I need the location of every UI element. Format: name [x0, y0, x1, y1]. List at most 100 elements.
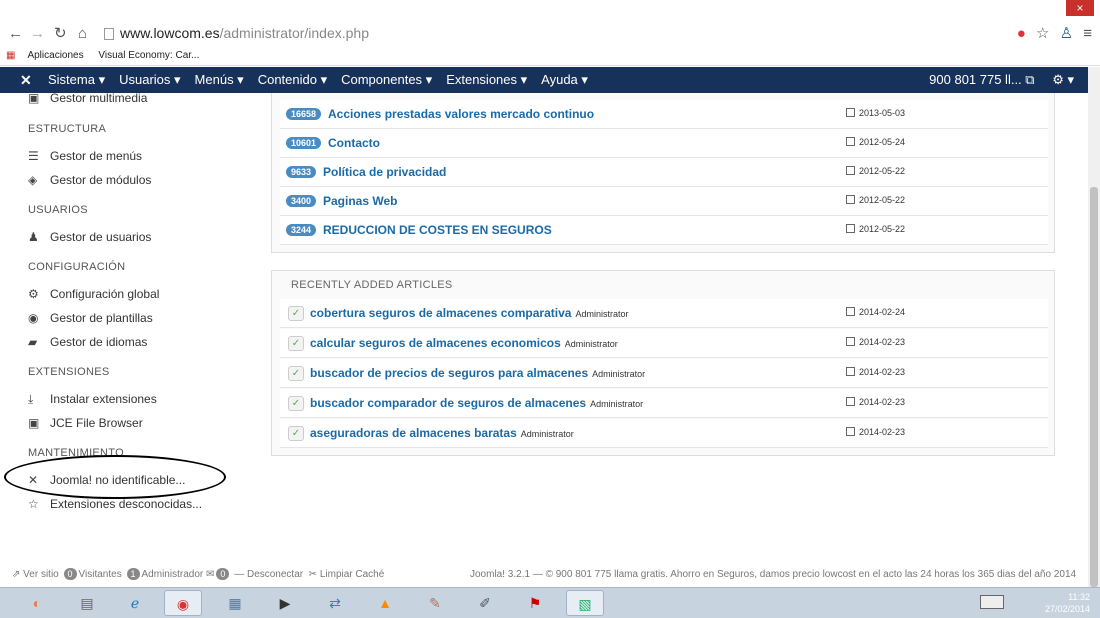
article-link[interactable]: buscador de precios de seguros para alma…	[310, 366, 645, 380]
article-link[interactable]: calcular seguros de almacenes economicos…	[310, 336, 618, 350]
logout-link[interactable]: — Desconectar	[234, 569, 303, 580]
article-title[interactable]: buscador comparador de seguros de almace…	[310, 396, 586, 410]
sidebar-item-menus[interactable]: ☰ Gestor de menús	[28, 149, 142, 163]
address-bar[interactable]: www.lowcom.es/administrator/index.php	[120, 25, 369, 41]
mail-icon[interactable]: ✉	[206, 569, 214, 580]
table-row[interactable]: ✓ calcular seguros de almacenes economico…	[280, 329, 1048, 358]
forward-icon[interactable]: →	[30, 24, 45, 44]
table-row[interactable]: 10601 Contacto 2012-05-24	[280, 129, 1048, 158]
home-icon[interactable]: ⌂	[78, 24, 87, 44]
messages-count-badge: 0	[216, 568, 230, 580]
sidebar-item-usuarios[interactable]: ♟ Gestor de usuarios	[28, 230, 151, 244]
sidebar-item-label: Extensiones desconocidas...	[50, 497, 203, 511]
article-link[interactable]: REDUCCION DE COSTES EN SEGUROS	[323, 223, 552, 237]
published-check-icon[interactable]: ✓	[288, 336, 304, 351]
apps-icon[interactable]: ▦	[6, 50, 15, 61]
page-scrollbar[interactable]	[1088, 67, 1100, 587]
calendar-icon	[846, 337, 855, 346]
sidebar-item-multimedia[interactable]: ▣ Gestor multimedia	[28, 91, 147, 105]
spreadsheet-icon[interactable]: ▧	[566, 590, 604, 616]
sidebar-item-desconocidas[interactable]: ☆ Extensiones desconocidas...	[28, 497, 202, 511]
published-check-icon[interactable]: ✓	[288, 426, 304, 441]
sidebar-item-plantillas[interactable]: ◉ Gestor de plantillas	[28, 311, 153, 325]
movie-maker-icon[interactable]: ▶	[266, 590, 304, 616]
list-icon: ☰	[28, 149, 39, 163]
sidebar-item-idiomas[interactable]: ▰ Gestor de idiomas	[28, 335, 147, 349]
table-row[interactable]: ✓ buscador comparador de seguros de almac…	[280, 389, 1048, 418]
back-icon[interactable]: ←	[8, 24, 23, 44]
menu-contenido[interactable]: Contenido ▾	[258, 72, 327, 87]
article-date: 2012-05-22	[846, 195, 905, 205]
article-link[interactable]: Política de privacidad	[323, 165, 446, 179]
menu-ayuda[interactable]: Ayuda ▾	[541, 72, 588, 87]
article-date: 2014-02-23	[846, 427, 905, 437]
hits-badge: 3244	[286, 224, 317, 236]
bookmark-apps[interactable]: Aplicaciones	[27, 50, 83, 61]
article-link[interactable]: cobertura seguros de almacenes comparati…	[310, 306, 628, 320]
published-check-icon[interactable]: ✓	[288, 396, 304, 411]
site-link[interactable]: 900 801 775 ll... ⧉	[929, 72, 1034, 87]
reload-icon[interactable]: ↻	[54, 24, 67, 44]
sidebar-item-instalar[interactable]: ⤓ Instalar extensiones	[28, 392, 157, 407]
paint-icon[interactable]: ✎	[416, 590, 454, 616]
sidebar-item-label: Gestor multimedia	[50, 91, 148, 105]
view-site-link[interactable]: ⇗ Ver sitio	[12, 569, 59, 580]
published-check-icon[interactable]: ✓	[288, 366, 304, 381]
article-title[interactable]: aseguradoras de almacenes baratas	[310, 426, 517, 440]
article-link[interactable]: Contacto	[328, 136, 380, 150]
sidebar-item-label: Gestor de menús	[50, 149, 143, 163]
table-row[interactable]: 16658 Acciones prestadas valores mercado …	[280, 100, 1048, 129]
url-host: www.lowcom.es	[120, 25, 220, 41]
article-link[interactable]: aseguradoras de almacenes baratas Adminis…	[310, 426, 574, 440]
window-close-button[interactable]: ×	[1066, 0, 1094, 16]
internet-explorer-icon[interactable]: ℯ	[116, 590, 154, 616]
chrome-icon[interactable]: ◉	[164, 590, 202, 616]
menu-usuarios[interactable]: Usuarios ▾	[119, 72, 180, 87]
admin-navbar: ✕ Sistema ▾ Usuarios ▾ Menús ▾ Contenido ▾ C…	[0, 67, 1088, 93]
bookmark-visual-economy[interactable]: Visual Economy: Car...	[98, 50, 199, 61]
menu-menus[interactable]: Menús ▾	[195, 72, 244, 87]
article-title[interactable]: cobertura seguros de almacenes comparati…	[310, 306, 571, 320]
system-clock[interactable]: 11:32 27/02/2014	[1045, 591, 1090, 615]
table-row[interactable]: 3244 REDUCCION DE COSTES EN SEGUROS 2012-0…	[280, 216, 1048, 245]
article-date: 2013-05-03	[846, 108, 905, 118]
sidebar-item-jce[interactable]: ▣ JCE File Browser	[28, 416, 143, 430]
table-row[interactable]: ✓ aseguradoras de almacenes baratas Admini…	[280, 419, 1048, 448]
table-row[interactable]: 9633 Política de privacidad 2012-05-22	[280, 158, 1048, 187]
joomla-logo-icon[interactable]: ✕	[20, 67, 32, 93]
url-path: /administrator/index.php	[219, 25, 370, 41]
menu-sistema[interactable]: Sistema ▾	[48, 72, 105, 87]
menu-extensiones[interactable]: Extensiones ▾	[446, 72, 527, 87]
menu-icon[interactable]: ≡	[1083, 25, 1092, 42]
sidebar-item-label: Gestor de plantillas	[50, 311, 153, 325]
keyboard-icon[interactable]	[980, 595, 1004, 609]
table-row[interactable]: ✓ cobertura seguros de almacenes comparat…	[280, 299, 1048, 328]
article-link[interactable]: Acciones prestadas valores mercado conti…	[328, 107, 594, 121]
admin-statusbar: ⇗ Ver sitio 0 Visitantes 1 Administrador ✉…	[0, 566, 1088, 584]
table-row[interactable]: ✓ buscador de precios de seguros para alm…	[280, 359, 1048, 388]
taskbar-app-icon[interactable]: ▤	[68, 590, 106, 616]
panel-title: RECENTLY ADDED ARTICLES	[291, 279, 453, 291]
windows-taskbar: ◐ ▤ ℯ ◉ ▦ ▶ ⇄ ▲ ✎ ✐ ⚑ ▧ 11:32 27/02/2014	[0, 587, 1100, 618]
article-link[interactable]: Paginas Web	[323, 194, 397, 208]
vlc-icon[interactable]: ▲	[366, 590, 404, 616]
bookmark-star-icon[interactable]: ☆	[1036, 25, 1049, 42]
published-check-icon[interactable]: ✓	[288, 306, 304, 321]
clear-cache-link[interactable]: ✂ Limpiar Caché	[309, 569, 385, 580]
article-title[interactable]: calcular seguros de almacenes economicos	[310, 336, 561, 350]
profile-icon[interactable]: ♙	[1060, 25, 1073, 42]
menu-componentes[interactable]: Componentes ▾	[341, 72, 432, 87]
sidebar-item-modulos[interactable]: ◈ Gestor de módulos	[28, 173, 151, 187]
scrollbar-thumb[interactable]	[1090, 187, 1098, 587]
table-row[interactable]: 3400 Paginas Web 2012-05-22	[280, 187, 1048, 216]
acrobat-icon[interactable]: ⚑	[516, 590, 554, 616]
sidebar-item-config-global[interactable]: ⚙ Configuración global	[28, 287, 159, 301]
extension-icon[interactable]: ●	[1017, 25, 1026, 42]
article-link[interactable]: buscador comparador de seguros de almace…	[310, 396, 643, 410]
user-settings-menu[interactable]: ⚙ ▾	[1052, 72, 1074, 87]
calculator-icon[interactable]: ▦	[216, 590, 254, 616]
taskbar-app-icon[interactable]: ◐	[18, 590, 56, 616]
gimp-icon[interactable]: ✐	[466, 590, 504, 616]
teamviewer-icon[interactable]: ⇄	[316, 590, 354, 616]
article-title[interactable]: buscador de precios de seguros para alma…	[310, 366, 588, 380]
